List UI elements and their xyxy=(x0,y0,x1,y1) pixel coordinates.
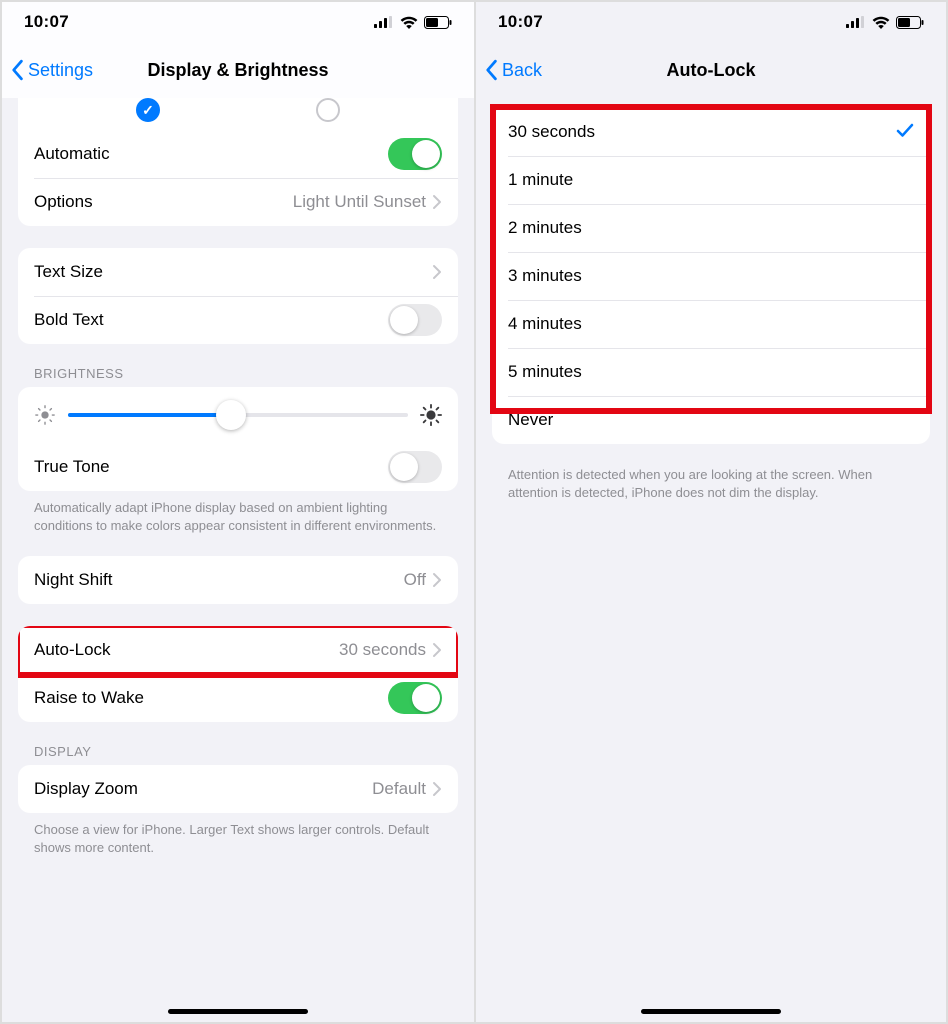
battery-icon xyxy=(424,16,452,29)
chevron-right-icon xyxy=(432,264,442,280)
auto-lock-option-label: 5 minutes xyxy=(508,362,914,382)
wifi-icon xyxy=(400,16,418,29)
brightness-header: BRIGHTNESS xyxy=(34,366,442,381)
group-text: Text Size Bold Text xyxy=(18,248,458,344)
group-auto-lock: Auto-Lock 30 seconds Raise to Wake xyxy=(18,626,458,722)
row-night-shift[interactable]: Night Shift Off xyxy=(18,556,458,604)
group-display-zoom: Display Zoom Default xyxy=(18,765,458,813)
display-zoom-value: Default xyxy=(372,779,426,799)
true-tone-switch[interactable] xyxy=(388,451,442,483)
auto-lock-label: Auto-Lock xyxy=(34,640,339,660)
auto-lock-option[interactable]: 1 minute xyxy=(492,156,930,204)
options-value: Light Until Sunset xyxy=(293,192,426,212)
status-icons xyxy=(846,16,924,29)
row-bold-text[interactable]: Bold Text xyxy=(18,296,458,344)
auto-lock-option-label: Never xyxy=(508,410,914,430)
auto-lock-option[interactable]: 4 minutes xyxy=(492,300,930,348)
auto-lock-option[interactable]: 3 minutes xyxy=(492,252,930,300)
row-auto-lock[interactable]: Auto-Lock 30 seconds xyxy=(18,626,458,674)
row-text-size[interactable]: Text Size xyxy=(18,248,458,296)
auto-lock-option-label: 3 minutes xyxy=(508,266,914,286)
auto-lock-option-label: 1 minute xyxy=(508,170,914,190)
chevron-right-icon xyxy=(432,572,442,588)
group-auto-lock-options: 30 seconds 1 minute 2 minutes 3 minutes 4 mi… xyxy=(492,108,930,444)
true-tone-footer: Automatically adapt iPhone display based… xyxy=(34,499,442,534)
nav-back-label: Back xyxy=(502,60,542,81)
chevron-left-icon xyxy=(484,59,498,81)
raise-to-wake-switch[interactable] xyxy=(388,682,442,714)
sun-high-icon xyxy=(420,404,442,426)
brightness-track[interactable] xyxy=(68,413,408,417)
chevron-right-icon xyxy=(432,642,442,658)
true-tone-label: True Tone xyxy=(34,457,388,477)
wifi-icon xyxy=(872,16,890,29)
auto-lock-option-label: 2 minutes xyxy=(508,218,914,238)
bold-text-switch[interactable] xyxy=(388,304,442,336)
nav-back-button[interactable]: Back xyxy=(484,59,542,81)
auto-lock-option-label: 4 minutes xyxy=(508,314,914,334)
status-time: 10:07 xyxy=(24,12,69,32)
bold-text-label: Bold Text xyxy=(34,310,388,330)
auto-lock-footer: Attention is detected when you are looki… xyxy=(508,466,914,501)
chevron-right-icon xyxy=(432,194,442,210)
raise-to-wake-label: Raise to Wake xyxy=(34,688,388,708)
display-header: DISPLAY xyxy=(34,744,442,759)
row-options[interactable]: Options Light Until Sunset xyxy=(18,178,458,226)
nav-back-button[interactable]: Settings xyxy=(10,59,93,81)
status-time: 10:07 xyxy=(498,12,543,32)
group-appearance: Automatic Options Light Until Sunset xyxy=(18,98,458,226)
checkmark-icon xyxy=(896,121,914,144)
status-bar: 10:07 xyxy=(476,2,946,42)
home-indicator xyxy=(168,1009,308,1014)
appearance-radio-row xyxy=(18,98,458,130)
appearance-dark-radio[interactable] xyxy=(316,98,340,122)
display-zoom-label: Display Zoom xyxy=(34,779,372,799)
appearance-light-radio[interactable] xyxy=(136,98,160,122)
row-raise-to-wake[interactable]: Raise to Wake xyxy=(18,674,458,722)
chevron-right-icon xyxy=(432,781,442,797)
brightness-slider[interactable] xyxy=(18,387,458,443)
night-shift-label: Night Shift xyxy=(34,570,404,590)
auto-lock-option-label: 30 seconds xyxy=(508,122,896,142)
auto-lock-value: 30 seconds xyxy=(339,640,426,660)
nav-title: Display & Brightness xyxy=(147,60,328,81)
nav-bar: Back Auto-Lock xyxy=(476,42,946,98)
auto-lock-option[interactable]: 30 seconds xyxy=(492,108,930,156)
display-zoom-footer: Choose a view for iPhone. Larger Text sh… xyxy=(34,821,442,856)
auto-lock-option[interactable]: Never xyxy=(492,396,930,444)
battery-icon xyxy=(896,16,924,29)
auto-lock-option[interactable]: 2 minutes xyxy=(492,204,930,252)
nav-title: Auto-Lock xyxy=(667,60,756,81)
home-indicator xyxy=(641,1009,781,1014)
auto-lock-option[interactable]: 5 minutes xyxy=(492,348,930,396)
status-bar: 10:07 xyxy=(2,2,474,42)
night-shift-value: Off xyxy=(404,570,426,590)
row-true-tone[interactable]: True Tone xyxy=(18,443,458,491)
automatic-switch[interactable] xyxy=(388,138,442,170)
nav-back-label: Settings xyxy=(28,60,93,81)
automatic-label: Automatic xyxy=(34,144,388,164)
chevron-left-icon xyxy=(10,59,24,81)
options-label: Options xyxy=(34,192,293,212)
status-icons xyxy=(374,16,452,29)
text-size-label: Text Size xyxy=(34,262,432,282)
group-night-shift: Night Shift Off xyxy=(18,556,458,604)
brightness-thumb[interactable] xyxy=(216,400,246,430)
group-brightness: True Tone xyxy=(18,387,458,491)
cellular-icon xyxy=(846,16,866,28)
screen-auto-lock: 10:07 Back Auto-Lock 30 seconds 1 minute 2… xyxy=(474,2,946,1022)
sun-low-icon xyxy=(34,404,56,426)
cellular-icon xyxy=(374,16,394,28)
row-display-zoom[interactable]: Display Zoom Default xyxy=(18,765,458,813)
row-automatic[interactable]: Automatic xyxy=(18,130,458,178)
screen-display-brightness: 10:07 Settings Display & Brightness xyxy=(2,2,474,1022)
nav-bar: Settings Display & Brightness xyxy=(2,42,474,98)
brightness-fill xyxy=(68,413,231,417)
